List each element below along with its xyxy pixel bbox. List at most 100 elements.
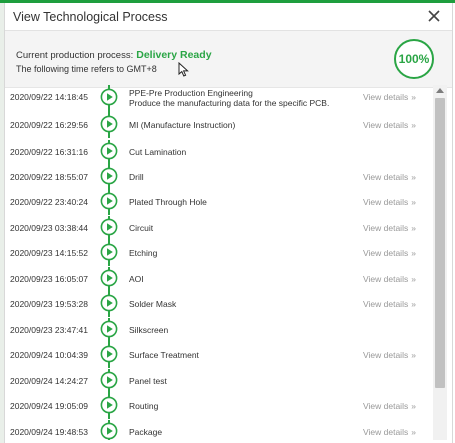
view-details-label: View details — [363, 197, 409, 207]
process-step-list: 2020/09/22 14:18:45 PPE-Pre Production En… — [0, 85, 433, 440]
step-timestamp: 2020/09/24 19:05:09 — [10, 401, 88, 411]
process-summary: Current production process: Delivery Read… — [5, 31, 452, 88]
view-details-label: View details — [363, 274, 409, 284]
process-step-row: 2020/09/24 19:05:09 Routing View details» — [0, 394, 433, 419]
view-details-link[interactable]: View details» — [363, 223, 416, 233]
double-chevron-right-icon: » — [411, 223, 416, 233]
step-timestamp: 2020/09/22 23:40:24 — [10, 197, 88, 207]
view-details-label: View details — [363, 427, 409, 437]
step-description: Produce the manufacturing data for the s… — [129, 98, 330, 108]
step-name: Routing — [129, 401, 159, 411]
process-step-row: 2020/09/22 16:31:16 Cut Lamination — [0, 140, 433, 165]
view-details-label: View details — [363, 172, 409, 182]
view-details-label: View details — [363, 92, 409, 102]
dialog-title: View Technological Process — [13, 9, 168, 24]
view-details-link[interactable]: View details» — [363, 401, 416, 411]
current-process-label: Current production process: — [16, 50, 134, 61]
scrollbar-thumb[interactable] — [435, 98, 445, 388]
play-circle-icon — [100, 142, 118, 160]
double-chevron-right-icon: » — [411, 274, 416, 284]
process-step-row: 2020/09/24 14:24:27 Panel test — [0, 369, 433, 394]
play-circle-icon — [100, 371, 118, 389]
step-name: MI (Manufacture Instruction) — [129, 120, 236, 130]
double-chevron-right-icon: » — [411, 172, 416, 182]
scroll-up-arrow-icon[interactable] — [436, 88, 444, 93]
play-circle-icon — [100, 167, 118, 185]
view-details-label: View details — [363, 350, 409, 360]
step-name: Cut Lamination — [129, 147, 187, 157]
step-name: Package — [129, 427, 163, 437]
view-details-link[interactable]: View details» — [363, 299, 416, 309]
view-details-link[interactable]: View details» — [363, 172, 416, 182]
current-process-status: Delivery Ready — [136, 49, 212, 61]
step-name: Etching — [129, 248, 158, 258]
step-timestamp: 2020/09/23 16:05:07 — [10, 274, 88, 284]
step-name: Plated Through Hole — [129, 197, 207, 207]
double-chevron-right-icon: » — [411, 350, 416, 360]
double-chevron-right-icon: » — [411, 427, 416, 437]
process-step-row: 2020/09/22 16:29:56 MI (Manufacture Instr… — [0, 113, 433, 138]
step-timestamp: 2020/09/22 16:29:56 — [10, 120, 88, 130]
step-timestamp: 2020/09/24 10:04:39 — [10, 350, 88, 360]
view-details-label: View details — [363, 248, 409, 258]
step-timestamp: 2020/09/22 14:18:45 — [10, 92, 88, 102]
view-details-link[interactable]: View details» — [363, 248, 416, 258]
step-name: Solder Mask — [129, 299, 177, 309]
close-icon[interactable] — [426, 8, 442, 24]
completion-progress-ring: 100% — [394, 39, 434, 79]
view-details-link[interactable]: View details» — [363, 427, 416, 437]
step-name: Circuit — [129, 223, 154, 233]
step-timestamp: 2020/09/22 18:55:07 — [10, 172, 88, 182]
play-circle-icon — [100, 269, 118, 287]
process-step-row: 2020/09/23 16:05:07 AOI View details» — [0, 267, 433, 292]
play-circle-icon — [100, 243, 118, 261]
play-circle-icon — [100, 294, 118, 312]
list-scrollbar[interactable] — [433, 85, 447, 440]
play-circle-icon — [100, 88, 118, 106]
double-chevron-right-icon: » — [411, 299, 416, 309]
process-step-row: 2020/09/23 14:15:52 Etching View details» — [0, 241, 433, 266]
step-timestamp: 2020/09/23 23:47:41 — [10, 325, 88, 335]
timezone-note: The following time refers to GMT+8 — [16, 64, 157, 74]
step-name: PPE-Pre Production Engineering — [129, 88, 253, 98]
view-details-link[interactable]: View details» — [363, 274, 416, 284]
play-circle-icon — [100, 345, 118, 363]
view-details-link[interactable]: View details» — [363, 197, 416, 207]
step-name: Silkscreen — [129, 325, 169, 335]
play-circle-icon — [100, 115, 118, 133]
double-chevron-right-icon: » — [411, 197, 416, 207]
play-circle-icon — [100, 422, 118, 440]
view-details-label: View details — [363, 223, 409, 233]
double-chevron-right-icon: » — [411, 92, 416, 102]
step-name: Panel test — [129, 376, 167, 386]
step-timestamp: 2020/09/23 03:38:44 — [10, 223, 88, 233]
play-circle-icon — [100, 320, 118, 338]
process-step-row: 2020/09/22 18:55:07 Drill View details» — [0, 165, 433, 190]
view-details-link[interactable]: View details» — [363, 92, 416, 102]
play-circle-icon — [100, 218, 118, 236]
step-name: Drill — [129, 172, 144, 182]
view-details-label: View details — [363, 299, 409, 309]
process-step-row: 2020/09/23 19:53:28 Solder Mask View detai… — [0, 292, 433, 317]
dialog-header: View Technological Process — [5, 3, 452, 31]
play-circle-icon — [100, 192, 118, 210]
view-details-link[interactable]: View details» — [363, 350, 416, 360]
view-details-link[interactable]: View details» — [363, 120, 416, 130]
process-step-row: 2020/09/22 14:18:45 PPE-Pre Production En… — [0, 85, 433, 113]
step-name: AOI — [129, 274, 144, 284]
completion-percent: 100% — [398, 52, 430, 66]
process-step-row: 2020/09/24 10:04:39 Surface Treatment View… — [0, 343, 433, 368]
step-timestamp: 2020/09/23 19:53:28 — [10, 299, 88, 309]
step-timestamp: 2020/09/24 19:48:53 — [10, 427, 88, 437]
step-name: Surface Treatment — [129, 350, 199, 360]
double-chevron-right-icon: » — [411, 401, 416, 411]
process-step-row: 2020/09/22 23:40:24 Plated Through Hole Vi… — [0, 190, 433, 215]
double-chevron-right-icon: » — [411, 248, 416, 258]
process-step-row: 2020/09/24 19:48:53 Package View details» — [0, 420, 433, 440]
view-details-label: View details — [363, 120, 409, 130]
step-timestamp: 2020/09/23 14:15:52 — [10, 248, 88, 258]
view-details-label: View details — [363, 401, 409, 411]
play-circle-icon — [100, 396, 118, 414]
process-step-row: 2020/09/23 23:47:41 Silkscreen — [0, 318, 433, 343]
step-timestamp: 2020/09/24 14:24:27 — [10, 376, 88, 386]
